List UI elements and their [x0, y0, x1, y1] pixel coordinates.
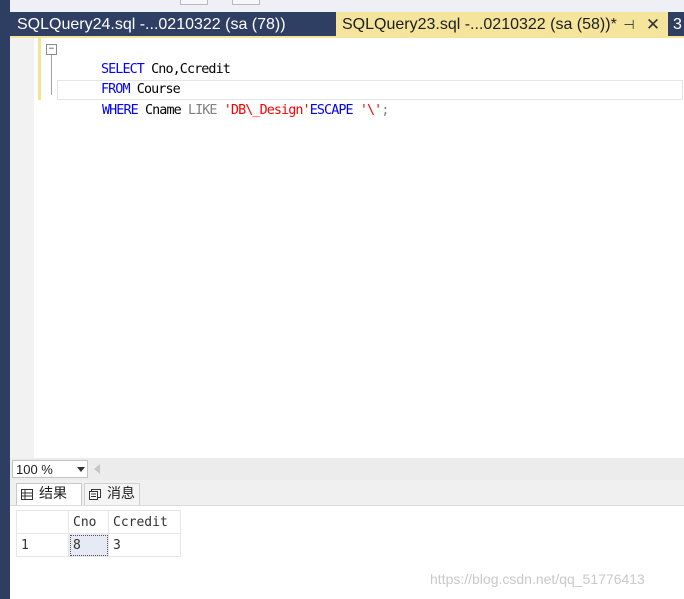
grid-header-row: Cno Ccredit	[16, 510, 181, 534]
toolbar-control-edge	[232, 0, 260, 5]
pin-icon[interactable]: ⊣	[622, 12, 636, 38]
results-grid: Cno Ccredit 1 8 3	[16, 510, 181, 557]
editor-gutter	[10, 38, 34, 458]
column-header[interactable]: Cno	[68, 510, 109, 534]
tab-label: SQLQuery24.sql -...0210322 (sa (78))	[17, 16, 286, 33]
table-row: 1 8 3	[16, 533, 181, 557]
chevron-down-icon[interactable]	[77, 467, 85, 472]
zoom-value: 100 %	[16, 462, 53, 477]
toolbar-control-edge	[180, 0, 208, 5]
tab-sqlquery24[interactable]: SQLQuery24.sql -...0210322 (sa (78))	[10, 12, 332, 36]
sql-string: '\'	[352, 103, 382, 118]
tab-overflow[interactable]: 3	[673, 12, 684, 36]
document-tab-strip: SQLQuery24.sql -...0210322 (sa (78)) SQL…	[10, 12, 684, 38]
sql-terminator: ;	[381, 103, 389, 118]
sql-keyword: WHERE	[101, 103, 139, 118]
sql-operator: LIKE	[187, 103, 218, 118]
code-line: SELECT Cno,Ccredit	[58, 40, 231, 77]
watermark: https://blog.csdn.net/qq_51776413	[430, 571, 645, 587]
tab-results-label: 结果	[39, 486, 67, 502]
messages-icon	[89, 489, 101, 500]
tab-messages[interactable]: 消息	[84, 483, 140, 505]
grid-cell-selected[interactable]: 8	[68, 533, 109, 557]
close-icon[interactable]: ✕	[644, 12, 662, 38]
tab-label: SQLQuery23.sql -...0210322 (sa (58))*	[342, 16, 617, 33]
tab-label: 3	[673, 16, 682, 33]
scroll-left-arrow-icon[interactable]	[94, 464, 100, 474]
column-header[interactable]: Ccredit	[108, 510, 181, 534]
sql-keyword: ESCAPE	[309, 103, 354, 118]
code-line-current: WHERE Cname LIKE 'DB\_Design'ESCAPE '\';	[57, 80, 683, 118]
row-number[interactable]: 1	[16, 533, 69, 557]
left-dock-bar	[0, 0, 10, 599]
zoom-select[interactable]: 100 %	[12, 460, 88, 478]
top-toolbar-edge	[0, 0, 684, 12]
grid-corner-cell[interactable]	[16, 510, 69, 534]
collapse-icon[interactable]: −	[46, 44, 57, 55]
change-tracking-bar	[38, 38, 41, 100]
query-editor[interactable]: − SELECT Cno,Ccredit FROM Course WHERE C…	[10, 38, 684, 458]
tab-messages-label: 消息	[107, 486, 135, 502]
sql-string: 'DB\_Design'	[216, 103, 311, 118]
tab-sqlquery23[interactable]: SQLQuery23.sql -...0210322 (sa (58))* ⊣ …	[336, 12, 668, 38]
grid-cell[interactable]: 3	[108, 533, 181, 557]
results-tab-strip: 结果 消息	[10, 480, 684, 506]
fold-guide-line	[51, 55, 52, 95]
code-line: FROM Course	[58, 60, 181, 97]
ssms-window: SQLQuery24.sql -...0210322 (sa (78)) SQL…	[0, 0, 684, 599]
editor-zoom-bar: 100 %	[10, 458, 684, 480]
grid-icon	[21, 489, 33, 500]
sql-text: Cname	[137, 103, 188, 118]
tab-results[interactable]: 结果	[16, 483, 82, 505]
